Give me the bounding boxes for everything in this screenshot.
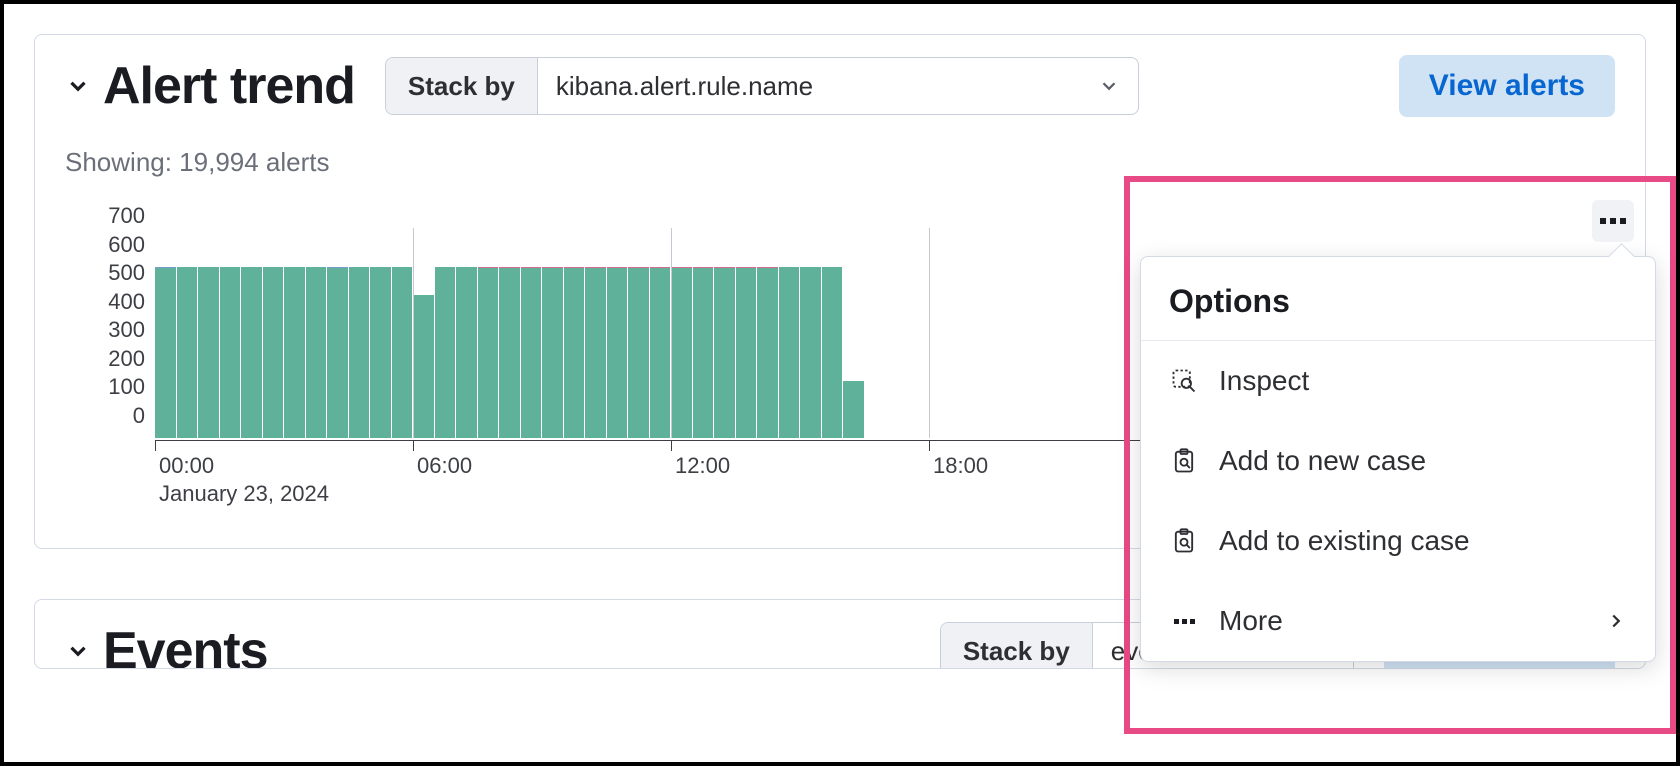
chart-bar[interactable] bbox=[521, 267, 542, 438]
chart-bar[interactable] bbox=[413, 295, 434, 438]
view-alerts-button[interactable]: View alerts bbox=[1399, 55, 1615, 117]
ellipsis-icon bbox=[1169, 606, 1199, 636]
options-more-label: More bbox=[1219, 605, 1283, 637]
grid-line bbox=[929, 228, 930, 438]
chart-bar[interactable] bbox=[392, 267, 413, 438]
chart-bar[interactable] bbox=[800, 267, 821, 438]
events-stack-by-label: Stack by bbox=[941, 623, 1093, 669]
chart-bar[interactable] bbox=[155, 267, 176, 438]
chart-bar[interactable] bbox=[349, 267, 370, 438]
clipboard-search-icon bbox=[1169, 526, 1199, 556]
y-tick-label: 300 bbox=[108, 317, 145, 343]
options-add-existing-case[interactable]: Add to existing case bbox=[1141, 501, 1655, 581]
chart-bar[interactable] bbox=[306, 267, 327, 438]
chevron-down-icon bbox=[65, 73, 91, 99]
chart-bar[interactable] bbox=[220, 267, 241, 438]
grid-line bbox=[413, 228, 414, 438]
chevron-right-icon bbox=[1605, 610, 1627, 632]
x-axis-date: January 23, 2024 bbox=[159, 481, 329, 507]
chart-bar[interactable] bbox=[499, 267, 520, 438]
chart-bar[interactable] bbox=[628, 267, 649, 438]
options-popover: Options Inspect Add to new case Add to e… bbox=[1140, 256, 1656, 662]
chart-y-axis: 0100200300400500600700 bbox=[65, 228, 155, 438]
events-title: Events bbox=[103, 621, 268, 669]
showing-count: Showing: 19,994 alerts bbox=[65, 147, 1615, 178]
events-toggle[interactable]: Events bbox=[65, 621, 268, 669]
chart-bar[interactable] bbox=[564, 267, 585, 438]
chart-bar[interactable] bbox=[177, 267, 198, 438]
view-alerts-label: View alerts bbox=[1429, 69, 1585, 103]
panel-options-button[interactable] bbox=[1592, 200, 1634, 242]
y-tick-label: 400 bbox=[108, 289, 145, 315]
y-tick-label: 100 bbox=[108, 374, 145, 400]
chart-bar[interactable] bbox=[843, 381, 864, 438]
alert-trend-header: Alert trend Stack by kibana.alert.rule.n… bbox=[65, 55, 1615, 117]
chart-bar[interactable] bbox=[435, 267, 456, 438]
options-more[interactable]: More bbox=[1141, 581, 1655, 661]
y-tick-label: 700 bbox=[108, 203, 145, 229]
options-inspect[interactable]: Inspect bbox=[1141, 341, 1655, 421]
chart-bar[interactable] bbox=[241, 267, 262, 438]
chevron-down-icon bbox=[1098, 75, 1120, 97]
options-inspect-label: Inspect bbox=[1219, 365, 1309, 397]
options-add-new-case-label: Add to new case bbox=[1219, 445, 1426, 477]
y-tick-label: 0 bbox=[133, 403, 145, 429]
chart-bar[interactable] bbox=[693, 267, 714, 438]
y-tick-label: 600 bbox=[108, 232, 145, 258]
inspect-icon bbox=[1169, 366, 1199, 396]
stack-by-value: kibana.alert.rule.name bbox=[556, 71, 813, 102]
y-tick-label: 500 bbox=[108, 260, 145, 286]
chart-bar[interactable] bbox=[779, 267, 800, 438]
ellipsis-icon bbox=[1600, 218, 1606, 224]
chart-bar[interactable] bbox=[822, 267, 843, 438]
chart-bar[interactable] bbox=[263, 267, 284, 438]
x-tick-label: 06:00 bbox=[417, 453, 472, 479]
chart-bar[interactable] bbox=[714, 267, 735, 438]
chart-bar[interactable] bbox=[736, 267, 757, 438]
x-tick-label: 12:00 bbox=[675, 453, 730, 479]
x-tick-label: 00:00 bbox=[159, 453, 214, 479]
chart-bar[interactable] bbox=[585, 267, 606, 438]
chart-bar[interactable] bbox=[542, 267, 563, 438]
chart-bar[interactable] bbox=[757, 267, 778, 438]
chart-bar[interactable] bbox=[327, 267, 348, 438]
stack-by-control: Stack by kibana.alert.rule.name bbox=[385, 57, 1139, 115]
chart-bar[interactable] bbox=[370, 267, 391, 438]
chart-bar[interactable] bbox=[284, 267, 305, 438]
chart-bar[interactable] bbox=[456, 267, 477, 438]
stack-by-select[interactable]: kibana.alert.rule.name bbox=[538, 58, 1138, 114]
alert-trend-toggle[interactable]: Alert trend bbox=[65, 56, 355, 116]
stack-by-label: Stack by bbox=[386, 58, 538, 114]
chart-bar[interactable] bbox=[671, 267, 692, 438]
chevron-down-icon bbox=[65, 638, 91, 664]
grid-line bbox=[671, 228, 672, 438]
alert-trend-title: Alert trend bbox=[103, 56, 355, 116]
x-tick-label: 18:00 bbox=[933, 453, 988, 479]
y-tick-label: 200 bbox=[108, 346, 145, 372]
options-popover-title: Options bbox=[1141, 257, 1655, 341]
chart-bar[interactable] bbox=[650, 267, 671, 438]
options-add-existing-case-label: Add to existing case bbox=[1219, 525, 1470, 557]
chart-bar[interactable] bbox=[607, 267, 628, 438]
options-add-new-case[interactable]: Add to new case bbox=[1141, 421, 1655, 501]
chart-bar[interactable] bbox=[478, 267, 499, 438]
chart-bar[interactable] bbox=[198, 267, 219, 438]
clipboard-search-icon bbox=[1169, 446, 1199, 476]
